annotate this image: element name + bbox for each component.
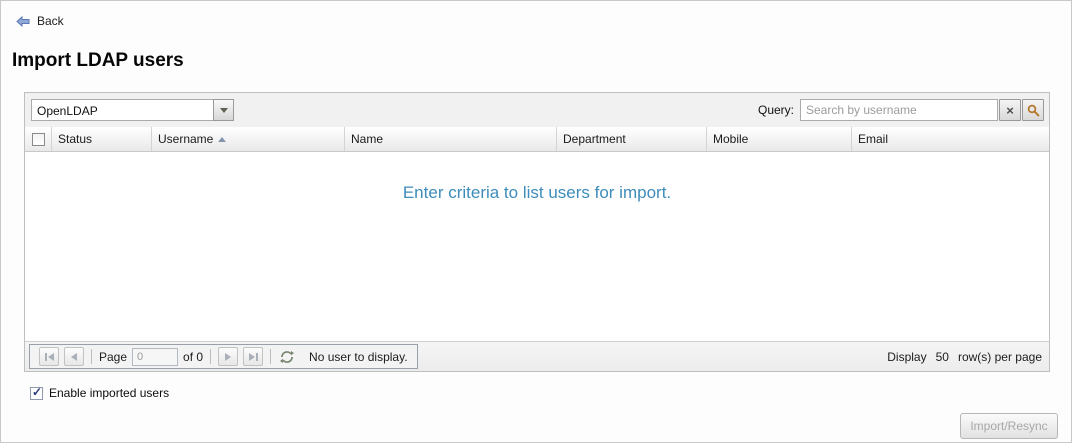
directory-source-combobox[interactable]: OpenLDAP xyxy=(31,99,234,121)
first-page-icon xyxy=(48,353,54,361)
column-header-status[interactable]: Status xyxy=(52,127,152,151)
column-label: Department xyxy=(563,132,626,146)
search-button[interactable] xyxy=(1022,99,1044,121)
previous-page-button[interactable] xyxy=(64,347,84,366)
enable-imported-users-row: ✓ Enable imported users xyxy=(30,386,169,400)
directory-source-value[interactable]: OpenLDAP xyxy=(31,99,213,121)
close-icon: × xyxy=(1006,103,1014,118)
page-number-input[interactable] xyxy=(132,348,178,366)
chevron-down-icon xyxy=(220,108,228,113)
next-page-button[interactable] xyxy=(218,347,238,366)
query-label: Query: xyxy=(758,103,794,117)
column-label: Email xyxy=(858,132,888,146)
separator xyxy=(91,349,92,364)
column-label: Status xyxy=(58,132,92,146)
column-label: Name xyxy=(351,132,383,146)
page-title: Import LDAP users xyxy=(12,50,184,72)
page-size-value: 50 xyxy=(936,350,949,364)
search-input[interactable] xyxy=(800,99,998,121)
first-page-icon xyxy=(45,353,47,361)
column-header-email[interactable]: Email xyxy=(852,127,1049,151)
per-page-label: row(s) per page xyxy=(958,350,1042,364)
grid-header-row: Status Username Name Department Mobile E… xyxy=(25,127,1049,152)
back-arrow-icon xyxy=(16,16,30,27)
refresh-icon xyxy=(280,350,294,364)
column-header-department[interactable]: Department xyxy=(557,127,707,151)
first-page-button[interactable] xyxy=(39,347,59,366)
page-size-group: Display 50 row(s) per page xyxy=(887,350,1042,364)
prev-page-icon xyxy=(71,353,77,361)
grid-body: Enter criteria to list users for import. xyxy=(25,152,1049,341)
paging-toolbar: Page of 0 xyxy=(25,341,1049,371)
combobox-trigger-button[interactable] xyxy=(213,99,234,121)
last-page-icon xyxy=(256,353,258,361)
next-page-icon xyxy=(225,353,231,361)
enable-imported-users-label: Enable imported users xyxy=(49,386,169,400)
column-label: Username xyxy=(158,132,213,146)
column-header-username[interactable]: Username xyxy=(152,127,345,151)
select-all-checkbox[interactable] xyxy=(25,127,52,151)
import-resync-button[interactable]: Import/Resync xyxy=(960,413,1058,439)
sort-ascending-icon xyxy=(218,137,226,142)
last-page-button[interactable] xyxy=(243,347,263,366)
search-icon xyxy=(1027,104,1040,117)
back-label: Back xyxy=(37,14,64,28)
empty-state-message: Enter criteria to list users for import. xyxy=(25,183,1049,203)
clear-search-button[interactable]: × xyxy=(999,99,1021,121)
back-link[interactable]: Back xyxy=(16,14,64,28)
import-ldap-users-page: Back Import LDAP users OpenLDAP Query: × xyxy=(0,0,1072,443)
page-count-label: of 0 xyxy=(183,350,203,364)
last-page-icon xyxy=(249,353,255,361)
column-header-name[interactable]: Name xyxy=(345,127,557,151)
query-group: Query: × xyxy=(758,99,1044,121)
checkmark-icon: ✓ xyxy=(32,385,42,399)
enable-imported-users-checkbox[interactable]: ✓ xyxy=(30,387,43,400)
display-label: Display xyxy=(887,350,926,364)
column-header-mobile[interactable]: Mobile xyxy=(707,127,852,151)
checkbox-unchecked-icon xyxy=(32,133,45,146)
separator xyxy=(270,349,271,364)
separator xyxy=(210,349,211,364)
column-label: Mobile xyxy=(713,132,748,146)
paging-status-text: No user to display. xyxy=(309,350,408,364)
refresh-button[interactable] xyxy=(278,347,296,366)
import-resync-label: Import/Resync xyxy=(970,419,1047,433)
paging-controls-group: Page of 0 xyxy=(29,344,418,369)
grid-toolbar: OpenLDAP Query: × xyxy=(25,93,1049,127)
ldap-users-grid-panel: OpenLDAP Query: × xyxy=(24,92,1050,372)
page-label: Page xyxy=(99,350,127,364)
